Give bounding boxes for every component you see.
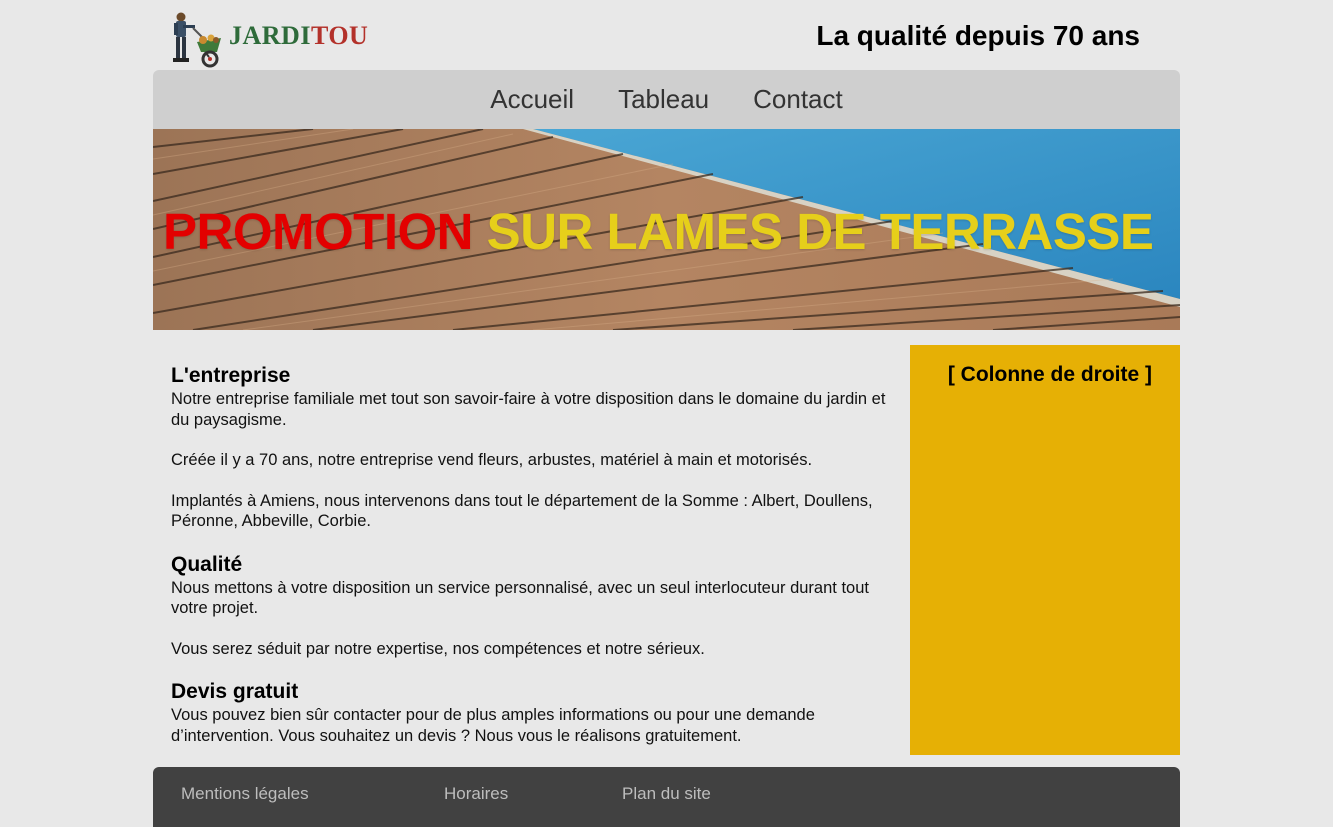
site-tagline: La qualité depuis 70 ans — [816, 20, 1140, 51]
section-paragraph: Créée il y a 70 ans, notre entreprise ve… — [171, 451, 813, 469]
site-header: JARDITOU La qualité depuis 70 ans — [153, 0, 1180, 70]
footer-link-horaires[interactable]: Horaires — [444, 784, 508, 804]
right-column: [ Colonne de droite ] — [910, 345, 1180, 755]
site-footer: Mentions légales Horaires Plan du site — [153, 767, 1180, 827]
logo-text-part2: TOU — [310, 21, 369, 50]
section-paragraph: Implantés à Amiens, nous intervenons dan… — [171, 491, 873, 531]
section-paragraph: Nous mettons à votre disposition un serv… — [171, 578, 869, 618]
section-heading: Qualité — [171, 552, 243, 576]
footer-link-plan[interactable]: Plan du site — [622, 784, 711, 804]
main-nav: Accueil Tableau Contact — [153, 70, 1180, 129]
logo-text: JARDITOU — [229, 21, 368, 51]
promo-title: PROMOTION SUR LAMES DE TERRASSE — [163, 202, 1154, 261]
section-paragraph: Notre entreprise familiale met tout son … — [171, 390, 886, 429]
promo-title-red: PROMOTION — [163, 203, 474, 260]
section-qualite: Qualité Nous mettons à votre disposition… — [171, 552, 891, 660]
section-paragraph: Vous pouvez bien sûr contacter pour de p… — [171, 706, 815, 745]
right-column-title: [ Colonne de droite ] — [947, 363, 1152, 386]
footer-link-mentions[interactable]: Mentions légales — [181, 784, 309, 804]
promo-title-yellow: SUR LAMES DE TERRASSE — [486, 203, 1154, 260]
section-heading: Devis gratuit — [171, 680, 299, 703]
nav-link-accueil[interactable]: Accueil — [468, 84, 596, 115]
section-paragraph: Vous serez séduit par notre expertise, n… — [171, 639, 705, 658]
gardener-wheelbarrow-icon — [173, 12, 221, 68]
nav-link-tableau[interactable]: Tableau — [596, 84, 731, 115]
nav-link-contact[interactable]: Contact — [731, 84, 865, 115]
section-devis: Devis gratuit Vous pouvez bien sûr conta… — [171, 679, 891, 746]
promo-banner: PROMOTION SUR LAMES DE TERRASSE — [153, 129, 1180, 330]
logo-text-part1: JARDI — [229, 21, 311, 50]
main-content: L'entreprise Notre entreprise familiale … — [171, 345, 891, 766]
section-heading: L'entreprise — [171, 364, 291, 387]
section-entreprise: L'entreprise Notre entreprise familiale … — [171, 363, 891, 532]
page: JARDITOU La qualité depuis 70 ans Accuei… — [0, 0, 1333, 827]
site-logo[interactable]: JARDITOU — [161, 10, 368, 68]
